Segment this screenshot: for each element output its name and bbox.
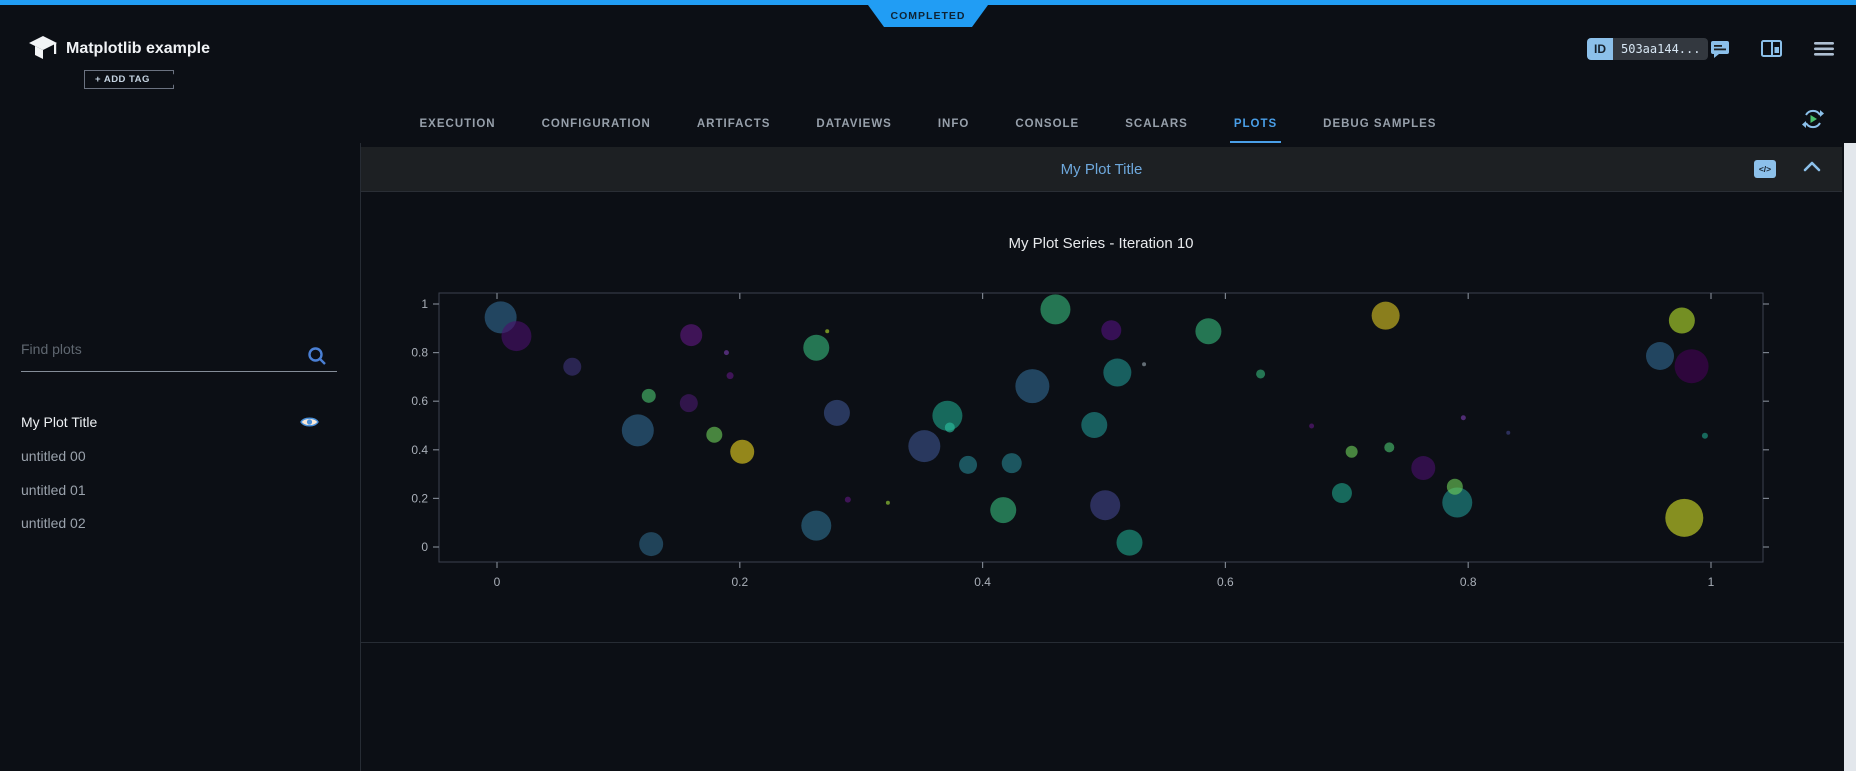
scatter-chart: My Plot Series - Iteration 10 0 0.2 0.4 0.6 0… [361,200,1856,640]
scatter-point [886,501,890,505]
tab-bar: EXECUTION CONFIGURATION ARTIFACTS DATAVI… [0,100,1856,143]
tab-plots[interactable]: PLOTS [1234,118,1277,143]
scatter-point [1195,318,1221,344]
plot-panel-title: My Plot Title [1061,161,1143,178]
experiment-id-badge[interactable]: ID 503aa144... [1587,38,1708,60]
scatter-point [1384,442,1394,452]
y-tick-label: 0.6 [411,394,428,408]
scatter-point [1702,433,1708,439]
x-tick-label: 0.4 [974,575,991,589]
tab-artifacts[interactable]: ARTIFACTS [697,118,771,143]
x-tick-label: 0.2 [731,575,748,589]
experiment-title: Matplotlib example [66,40,210,58]
status-badge: COMPLETED [868,5,988,27]
y-tick-label: 0.2 [411,491,428,505]
tab-debug-samples[interactable]: DEBUG SAMPLES [1323,118,1436,143]
plot-panel-header: My Plot Title [361,147,1842,192]
scatter-point [680,394,698,412]
scatter-point [730,440,754,464]
sidebar-item-untitled-01[interactable]: untitled 01 [21,475,337,505]
scatter-point [1346,446,1358,458]
panel-bottom-divider [361,642,1856,643]
tab-execution[interactable]: EXECUTION [420,118,496,143]
scatter-point [1461,415,1466,420]
scatter-point [1447,479,1463,495]
details-panel-icon[interactable] [1760,38,1784,62]
scatter-point [1669,308,1695,334]
status-bar [0,0,1856,5]
tab-console[interactable]: CONSOLE [1015,118,1079,143]
scatter-point [1646,342,1674,370]
scatter-point [990,497,1016,523]
scatter-point [642,389,656,403]
scatter-point [1411,456,1435,480]
scatter-point [801,511,831,541]
id-label: ID [1587,38,1613,60]
sidebar-item-my-plot-title[interactable]: My Plot Title [21,407,337,437]
add-tag-button[interactable]: + ADD TAG [84,70,164,89]
x-tick-label: 0 [494,575,501,589]
scatter-point [501,321,531,351]
scatter-point [1101,320,1121,340]
add-tag-button-point [160,70,174,89]
scatter-point [959,456,977,474]
view-code-icon[interactable]: </> [1754,160,1776,178]
scatter-point [824,400,850,426]
scatter-point [727,372,734,379]
vertical-scrollbar[interactable] [1844,143,1856,771]
scatter-point [1081,412,1107,438]
clearml-logo-icon [28,34,58,67]
id-value: 503aa144... [1613,38,1708,60]
x-tick-label: 0.6 [1217,575,1234,589]
scatter-point [845,497,851,503]
scatter-point [1506,431,1510,435]
scatter-point [1002,453,1022,473]
scatter-point [1040,294,1070,324]
scatter-point [680,324,702,346]
scatter-point [1665,499,1703,537]
x-tick-label: 0.8 [1460,575,1477,589]
sidebar-item-untitled-02[interactable]: untitled 02 [21,508,337,538]
tab-scalars[interactable]: SCALARS [1125,118,1188,143]
scatter-point [706,427,722,443]
search-underline [21,371,337,372]
scatter-point [803,335,829,361]
scatter-point [1142,362,1146,366]
scatter-point [825,329,829,333]
scatter-point [1116,530,1142,556]
scatter-point [1309,423,1314,428]
scatter-point [639,532,663,556]
scatter-point [1332,483,1352,503]
x-tick-label: 1 [1708,575,1715,589]
sidebar-item-untitled-00[interactable]: untitled 00 [21,441,337,471]
y-tick-label: 1 [421,297,428,311]
scatter-point [563,358,581,376]
visibility-eye-icon[interactable] [300,415,319,434]
tab-dataviews[interactable]: DATAVIEWS [816,118,891,143]
scatter-point [1090,490,1120,520]
search-icon[interactable] [306,345,328,372]
scatter-point [1372,302,1400,330]
chart-title: My Plot Series - Iteration 10 [1008,235,1193,252]
tab-info[interactable]: INFO [938,118,969,143]
scatter-point [1675,349,1709,383]
scatter-point [1103,359,1131,387]
tab-configuration[interactable]: CONFIGURATION [542,118,651,143]
y-tick-label: 0 [421,540,428,554]
chevron-up-icon[interactable] [1802,160,1822,179]
search-input[interactable] [21,341,311,357]
plots-sidebar: Hide all My Plot Title untitled 00 untit… [0,143,360,771]
hamburger-menu-icon[interactable] [1812,38,1836,62]
scatter-point [1256,369,1265,378]
scatter-point [724,350,729,355]
app-window: COMPLETED Matplotlib example + ADD TAG I… [0,0,1856,771]
comment-icon[interactable] [1709,38,1733,62]
scatter-point [945,422,955,432]
auto-refresh-icon[interactable] [1800,106,1826,137]
y-tick-label: 0.4 [411,443,428,457]
y-tick-label: 0.8 [411,346,428,360]
scatter-point [622,414,654,446]
scatter-point [908,430,940,462]
scatter-point [1015,369,1049,403]
